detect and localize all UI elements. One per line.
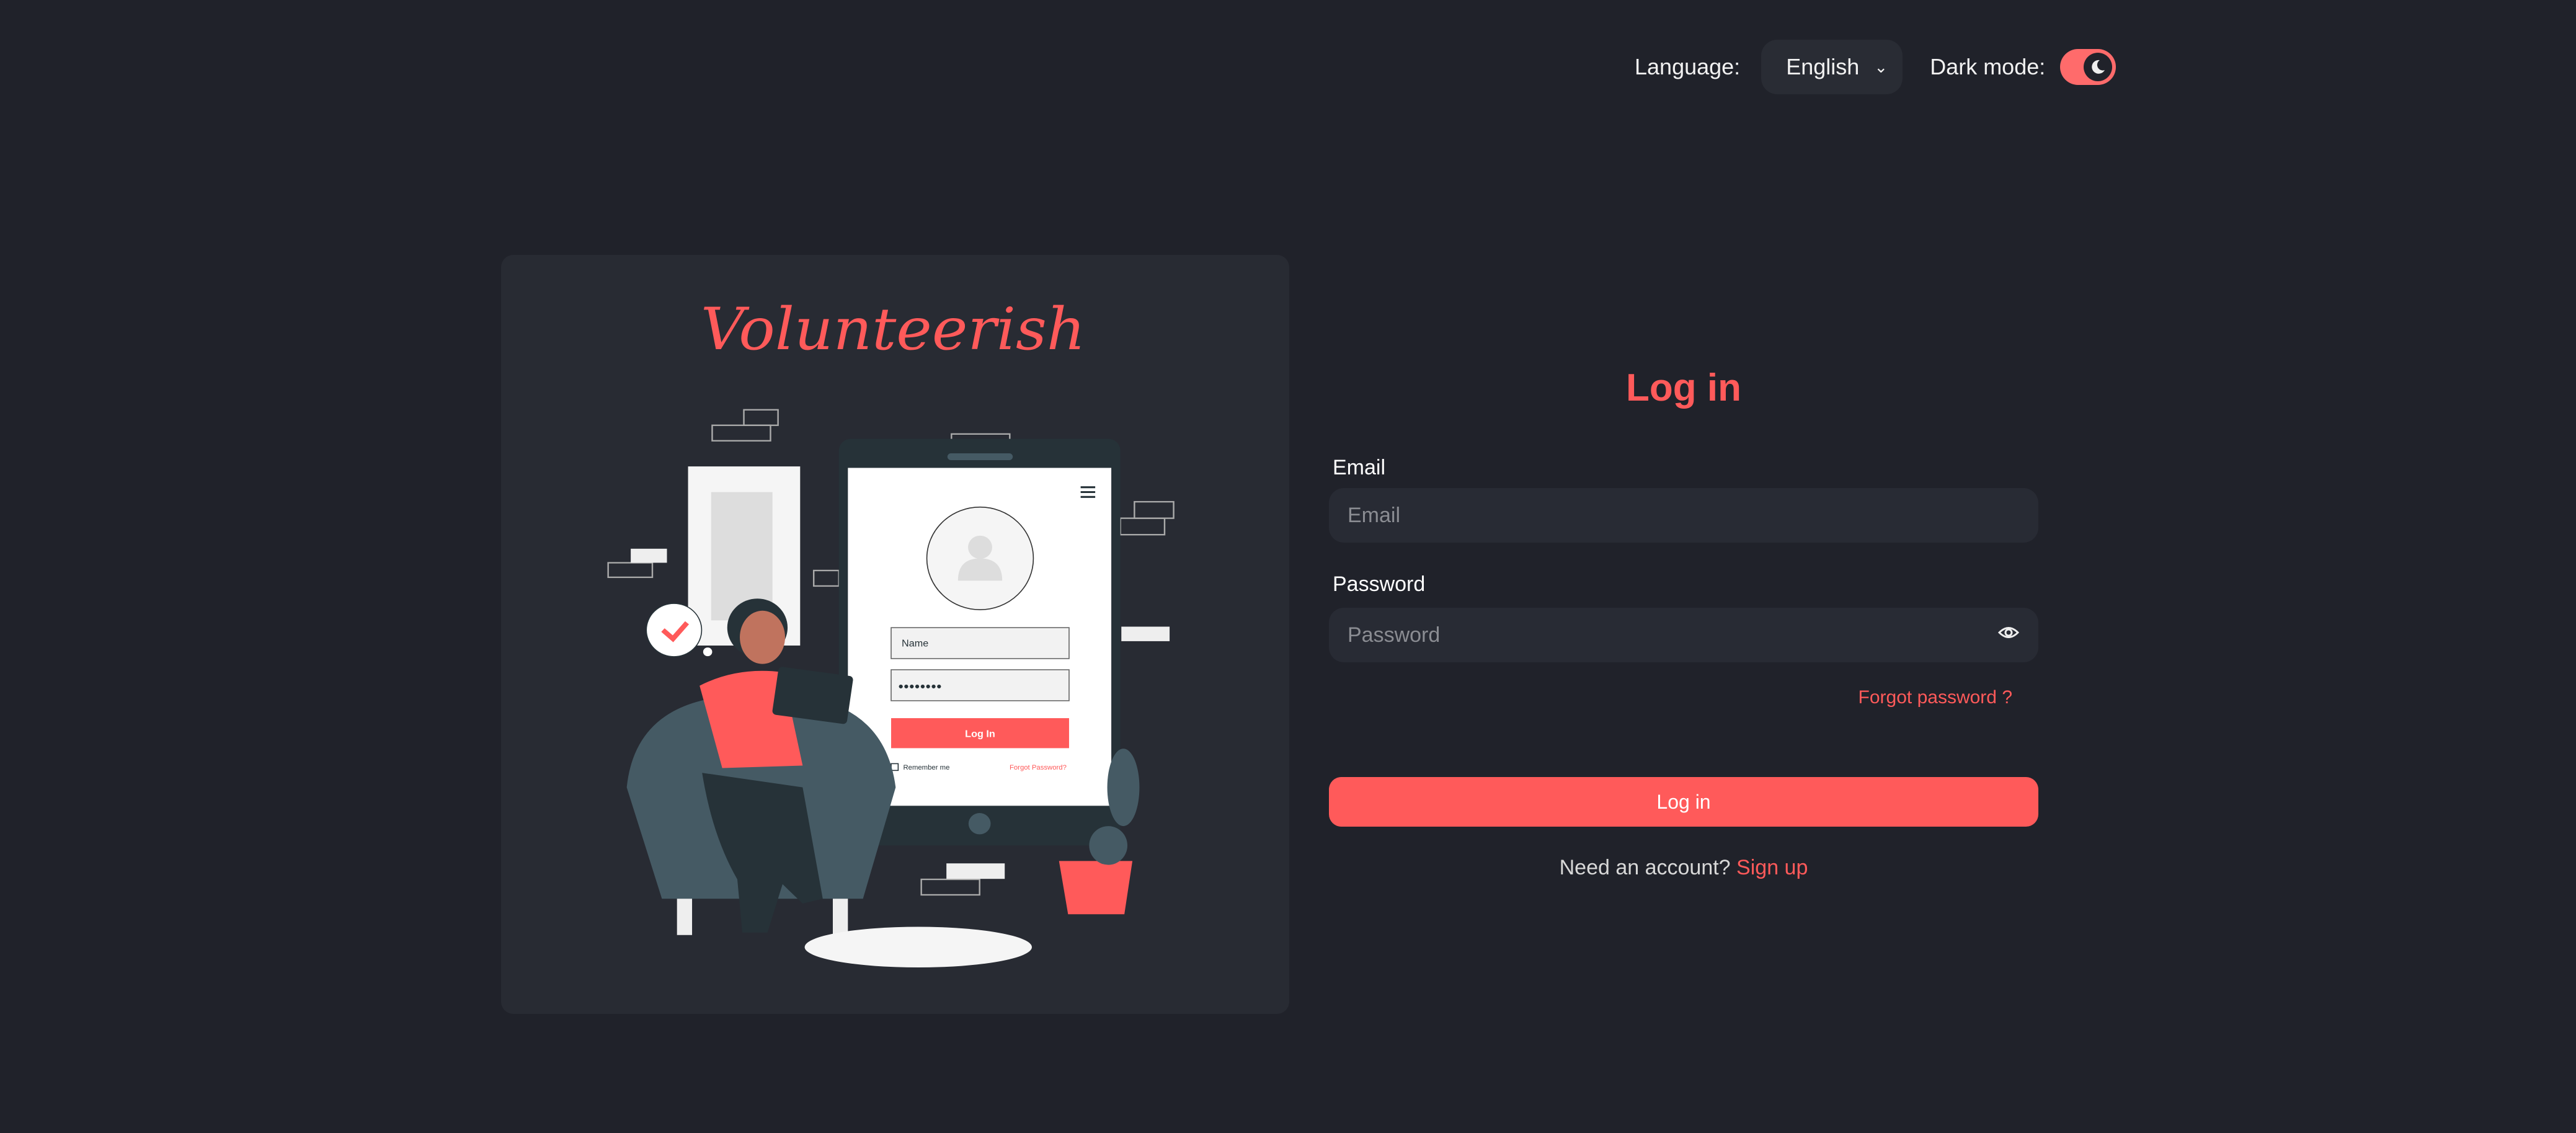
illustration-password-dots: ●●●●●●●● bbox=[898, 682, 941, 691]
language-select[interactable]: English ⌄ bbox=[1761, 40, 1903, 94]
signup-link[interactable]: Sign up bbox=[1736, 856, 1808, 879]
logo-volunteerish: Volunteerish bbox=[701, 295, 1086, 363]
dark-mode-label: Dark mode: bbox=[1930, 54, 2046, 79]
moon-icon bbox=[2084, 53, 2113, 81]
chevron-down-icon: ⌄ bbox=[1874, 57, 1888, 76]
password-input[interactable] bbox=[1329, 608, 2038, 662]
illustration-login-button: Log In bbox=[965, 729, 995, 740]
login-button[interactable]: Log in bbox=[1329, 777, 2038, 827]
forgot-password-link[interactable]: Forgot password ? bbox=[1859, 687, 2012, 708]
illustration-name-field: Name bbox=[902, 639, 928, 649]
email-label: Email bbox=[1333, 456, 1386, 479]
illustration-forgot-password: Forgot Password? bbox=[1010, 764, 1067, 771]
password-label: Password bbox=[1333, 572, 1426, 596]
show-password-eye-icon[interactable] bbox=[1997, 621, 2020, 644]
illustration-card: Volunteerish Name ●●●●●●●● Log In Rememb… bbox=[501, 255, 1289, 1014]
login-illustration: Volunteerish Name ●●●●●●●● Log In Rememb… bbox=[607, 295, 1175, 968]
signup-prompt: Need an account? Sign up bbox=[1329, 856, 2038, 880]
topbar: Language: English ⌄ Dark mode: bbox=[1635, 40, 2116, 94]
language-value: English bbox=[1786, 54, 1860, 79]
signup-prompt-text: Need an account? bbox=[1559, 856, 1731, 879]
dark-mode-toggle[interactable] bbox=[2060, 49, 2116, 85]
email-input[interactable] bbox=[1329, 488, 2038, 543]
page-title: Log in bbox=[1626, 367, 1741, 409]
illustration-remember-me: Remember me bbox=[903, 764, 949, 771]
language-label: Language: bbox=[1635, 54, 1741, 79]
